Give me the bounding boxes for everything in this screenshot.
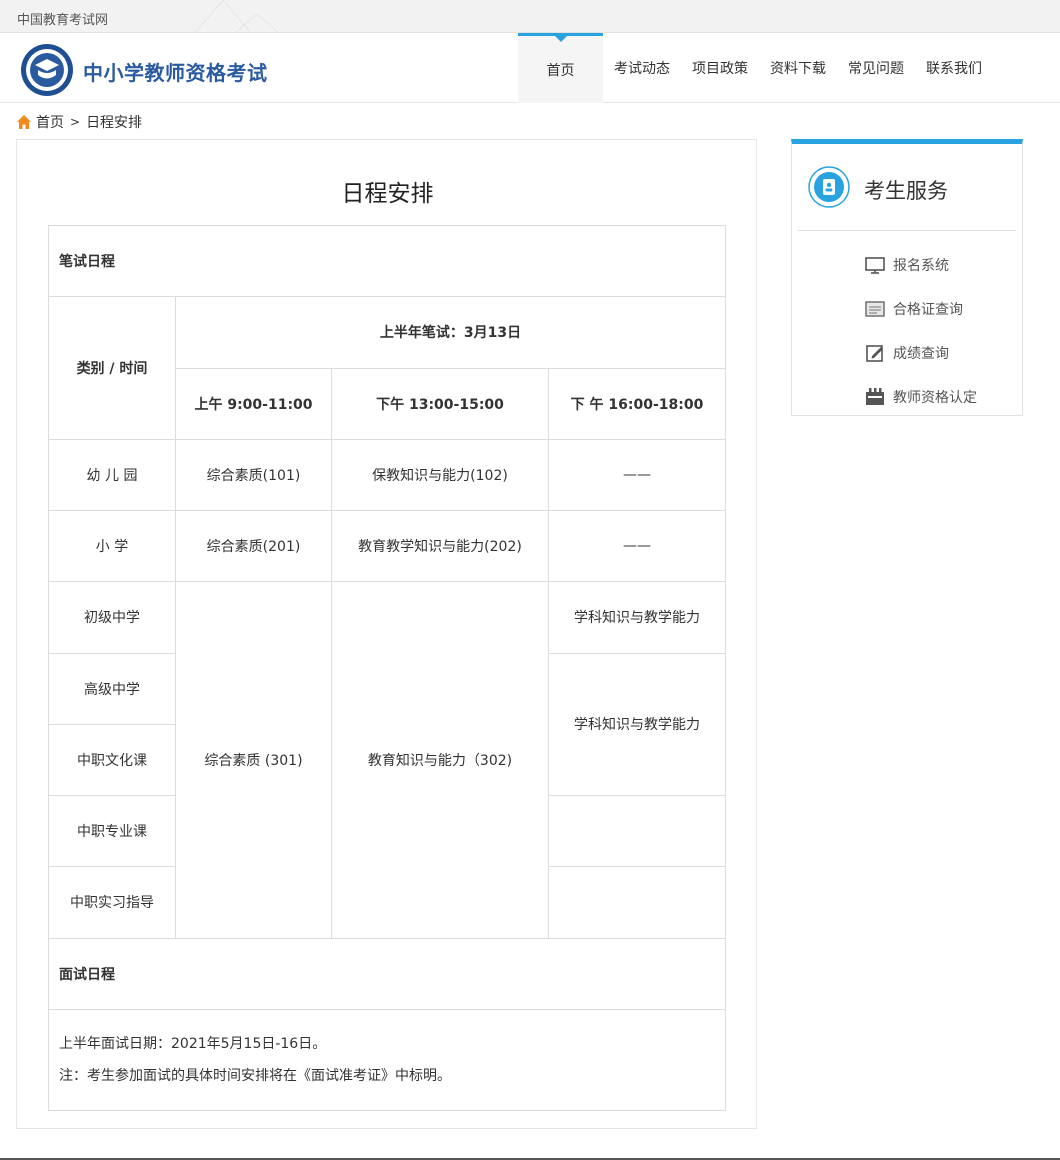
certificate-icon	[865, 301, 885, 317]
category-cell: 中职文化课	[48, 723, 176, 797]
main-nav: 首页 考试动态 项目政策 资料下载 常见问题 联系我们	[518, 33, 993, 103]
table-row: 幼 儿 园 综合素质(101) 保教知识与能力(102) ——	[48, 438, 726, 512]
interview-note-text: 注：考生参加面试的具体时间安排将在《面试准考证》中标明。	[59, 1067, 451, 1084]
schedule-table: 笔试日程 类别 / 时间 上半年笔试：3月13日 上午 9:00-11:00 下…	[48, 224, 726, 1111]
session-header-afternoon-1: 下午 13:00-15:00	[331, 367, 549, 440]
table-row: 小 学 综合素质(201) 教育教学知识与能力(202) ——	[48, 509, 726, 583]
written-date-header: 上半年笔试：3月13日	[175, 296, 726, 369]
interview-date-text: 上半年面试日期：2021年5月15日-16日。	[59, 1035, 327, 1052]
category-cell: 中职专业课	[48, 794, 176, 868]
breadcrumb-current: 日程安排	[86, 115, 143, 131]
table-row: 初级中学 综合素质 (301) 教育知识与能力（302) 学科知识与教学能力	[48, 581, 726, 939]
category-cell: 高级中学	[48, 652, 176, 725]
category-cell: 中职实习指导	[48, 866, 176, 939]
site-name-link[interactable]: 中国教育考试网	[17, 9, 108, 28]
nav-item-home[interactable]: 首页	[518, 33, 603, 103]
decorative-mountain-icon	[195, 0, 280, 33]
main-content-panel: 日程安排 笔试日程 类别 / 时间 上半年笔试：3月13日 上午 9:00-11…	[16, 139, 757, 1129]
certificate-query-label: 合格证查询	[893, 302, 963, 318]
exam-logo-icon[interactable]	[20, 43, 74, 97]
home-icon	[17, 115, 31, 129]
teacher-certification-link[interactable]: 教师资格认定	[864, 385, 977, 409]
subject-cell: 教育教学知识与能力(202)	[331, 509, 549, 583]
interview-section-heading: 面试日程	[48, 937, 726, 1010]
category-cell: 幼 儿 园	[48, 438, 176, 512]
table-row: 笔试日程	[48, 224, 726, 298]
score-query-label: 成绩查询	[893, 346, 949, 362]
subject-cell: ——	[548, 509, 726, 583]
category-cell: 小 学	[48, 509, 176, 583]
subject-cell: ——	[548, 438, 726, 512]
score-query-link[interactable]: 成绩查询	[864, 341, 949, 365]
written-section-heading: 笔试日程	[48, 224, 726, 298]
subject-cell: 综合素质(201)	[175, 509, 332, 583]
teacher-certification-label: 教师资格认定	[893, 390, 977, 406]
candidate-services-panel: 考生服务 报名系统 合格证查询 成绩查询 教师资格认定	[791, 139, 1023, 416]
monitor-icon	[865, 257, 885, 274]
table-row: 面试日程	[48, 937, 726, 1010]
calendar-icon	[866, 388, 884, 405]
registration-system-label: 报名系统	[893, 258, 949, 274]
subject-cell: 保教知识与能力(102)	[331, 438, 549, 512]
subject-cell: 学科知识与教学能力	[548, 581, 726, 654]
site-brand-title[interactable]: 中小学教师资格考试	[83, 57, 268, 86]
category-cell: 初级中学	[48, 581, 176, 654]
address-book-icon	[808, 166, 850, 208]
breadcrumb-home-link[interactable]: 首页	[36, 112, 64, 132]
site-header: 中小学教师资格考试 首页 考试动态 项目政策 资料下载 常见问题 联系我们	[0, 33, 1060, 103]
nav-item-downloads[interactable]: 资料下载	[759, 33, 837, 103]
top-utility-bar: 中国教育考试网	[0, 0, 1060, 33]
empty-cell	[548, 794, 726, 868]
category-time-header: 类别 / 时间	[48, 296, 176, 440]
breadcrumb-separator: >	[70, 115, 81, 129]
empty-cell	[548, 866, 726, 939]
breadcrumb: 首页 > 日程安排	[16, 112, 142, 132]
merged-subject-cell-1: 综合素质 (301)	[175, 581, 332, 939]
merged-subject-cell-2: 教育知识与能力（302)	[331, 581, 549, 939]
page-title: 日程安排	[341, 181, 434, 207]
interview-notes-cell: 上半年面试日期：2021年5月15日-16日。 注：考生参加面试的具体时间安排将…	[48, 1008, 726, 1111]
divider	[798, 230, 1016, 231]
certificate-query-link[interactable]: 合格证查询	[864, 297, 963, 321]
session-header-afternoon-2: 下 午 16:00-18:00	[548, 367, 726, 440]
subject-cell: 综合素质(101)	[175, 438, 332, 512]
nav-item-exam-news[interactable]: 考试动态	[603, 33, 681, 103]
services-title: 考生服务	[864, 179, 948, 203]
edit-icon	[866, 345, 883, 362]
nav-item-faq[interactable]: 常见问题	[837, 33, 915, 103]
nav-item-policy[interactable]: 项目政策	[681, 33, 759, 103]
table-row: 上半年面试日期：2021年5月15日-16日。 注：考生参加面试的具体时间安排将…	[48, 1008, 726, 1111]
merged-subject-cell-3: 学科知识与教学能力	[548, 652, 726, 796]
session-header-morning: 上午 9:00-11:00	[175, 367, 332, 440]
registration-system-link[interactable]: 报名系统	[864, 253, 949, 277]
table-row: 类别 / 时间 上半年笔试：3月13日	[48, 296, 726, 440]
nav-item-contact[interactable]: 联系我们	[915, 33, 993, 103]
